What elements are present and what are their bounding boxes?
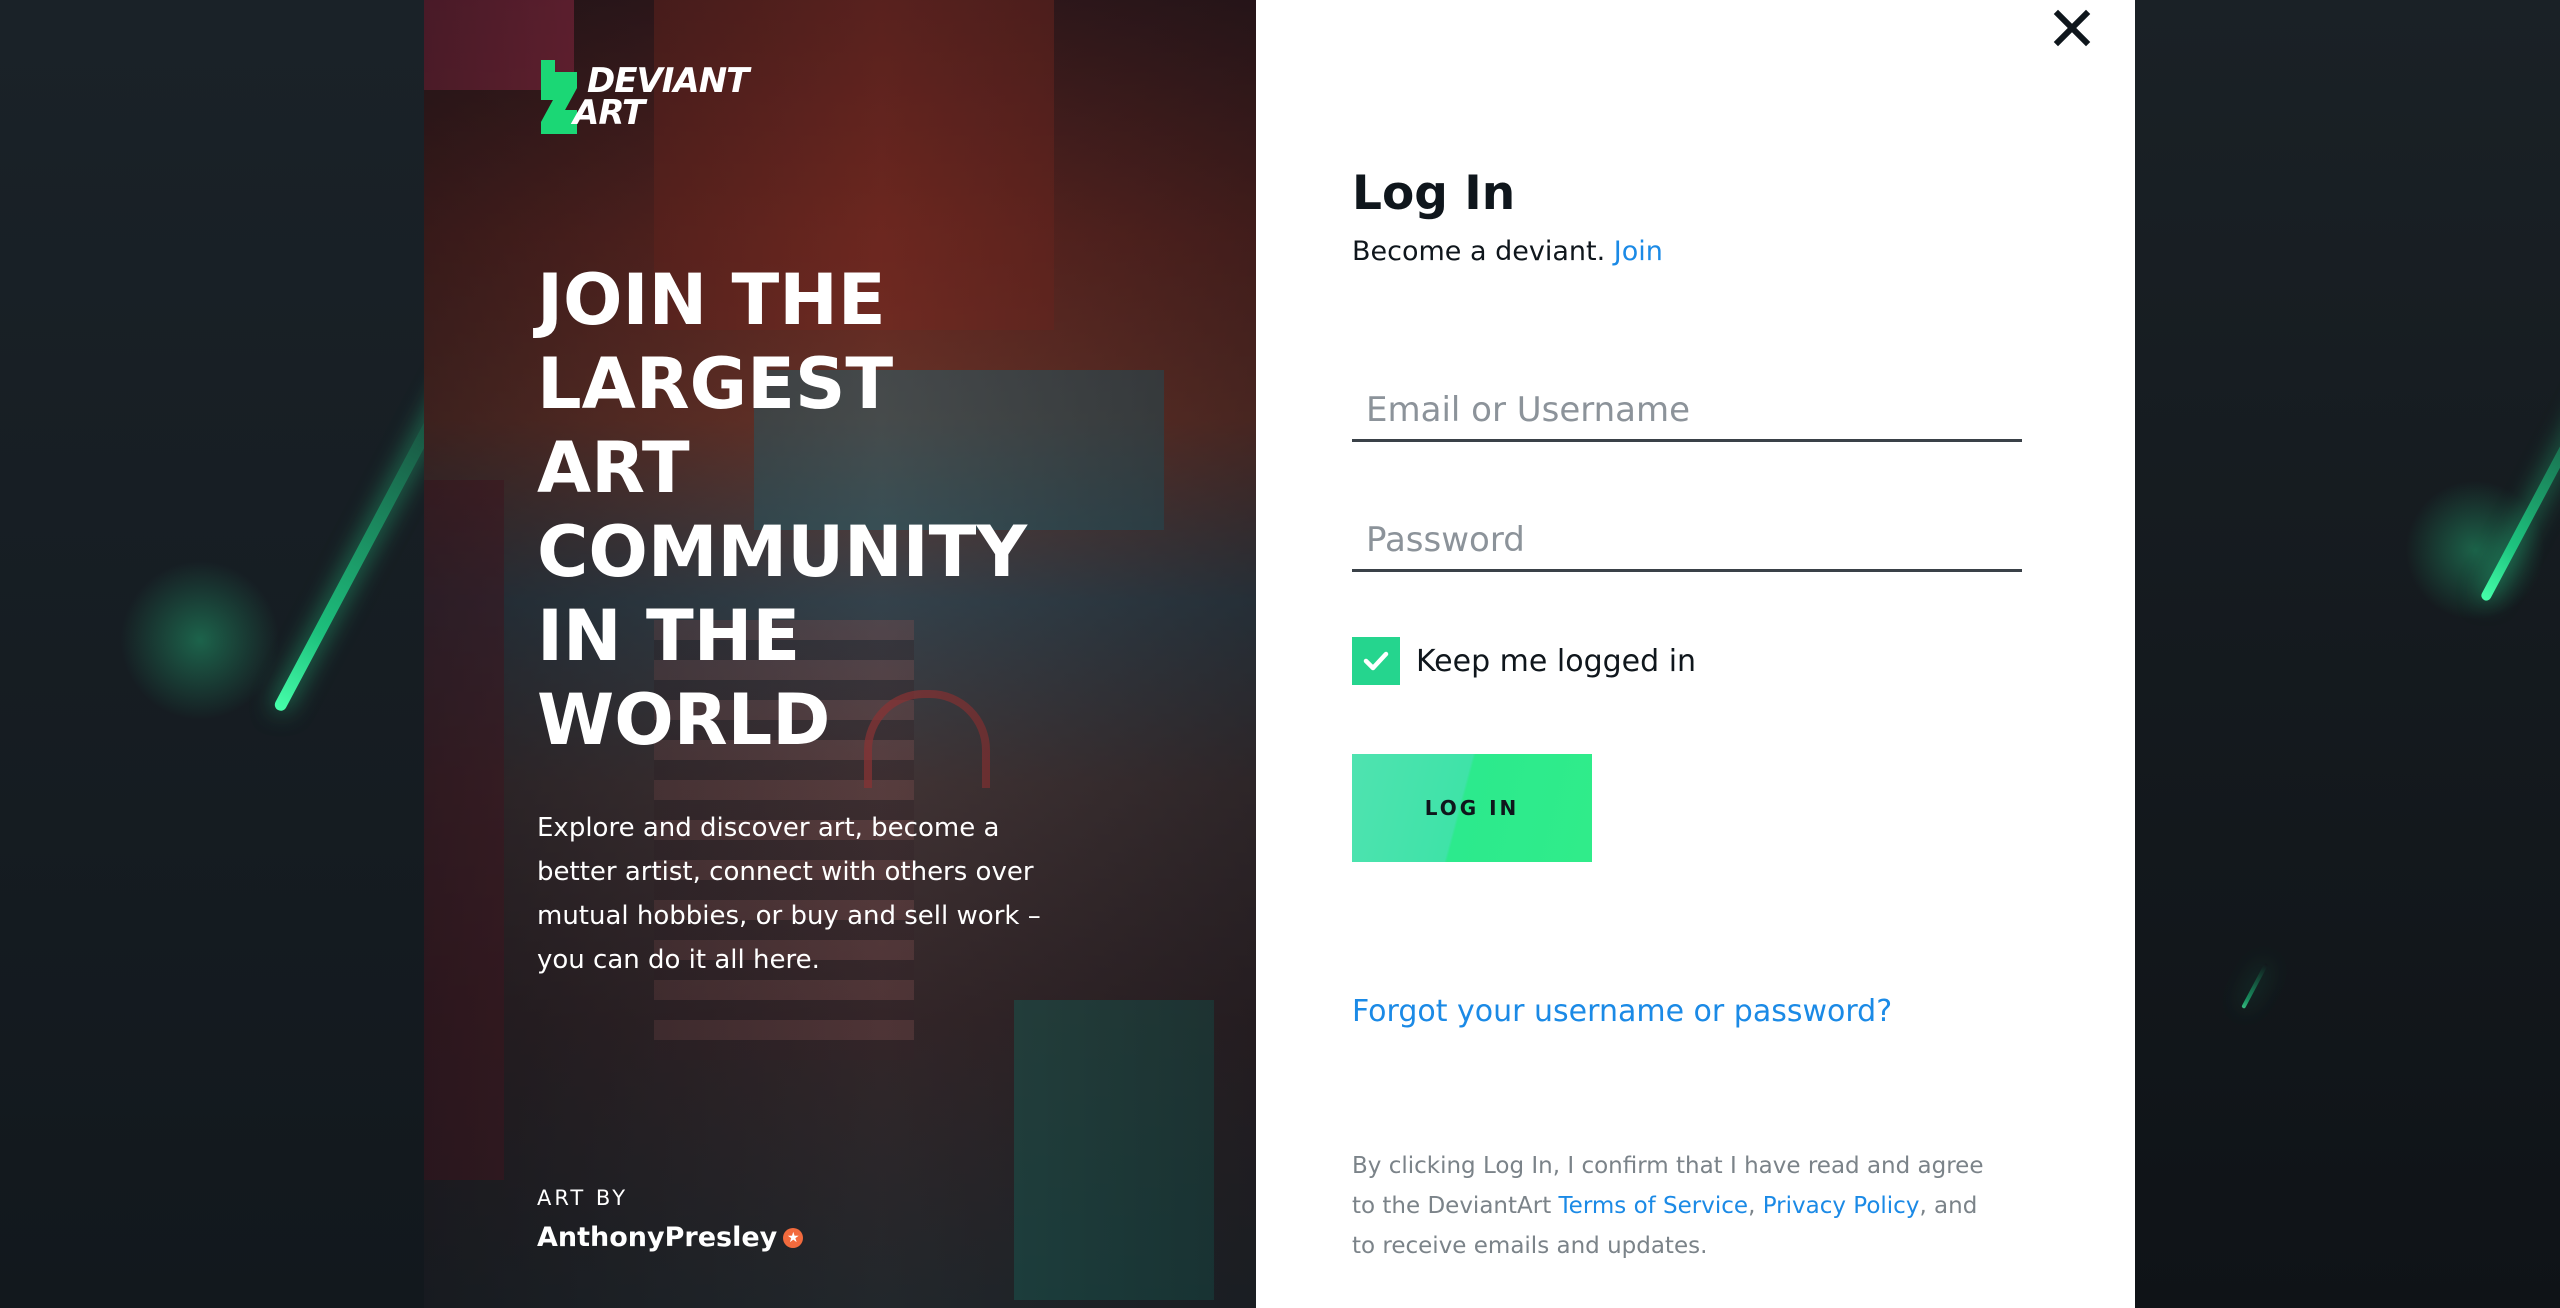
legal-notice: By clicking Log In, I confirm that I hav… xyxy=(1352,1153,1984,1259)
login-title: Log In xyxy=(1352,166,1516,221)
keep-logged-in-label: Keep me logged in xyxy=(1416,643,1697,679)
deviantart-logo[interactable]: DEVIANT ART xyxy=(537,58,749,136)
headline-line: JOIN THE xyxy=(537,259,886,341)
keep-logged-in-toggle[interactable]: Keep me logged in xyxy=(1352,637,1696,685)
privacy-link[interactable]: Privacy Policy xyxy=(1763,1193,1920,1219)
headline-line: IN THE xyxy=(537,595,801,677)
checkmark-icon xyxy=(1363,651,1389,671)
keep-logged-in-checkbox[interactable] xyxy=(1352,637,1400,685)
headline-line: WORLD xyxy=(537,679,831,761)
streak-glow xyxy=(120,560,280,720)
background-right xyxy=(2135,0,2560,1308)
login-subtitle: Become a deviant. Join xyxy=(1352,236,1663,267)
background-left xyxy=(0,0,490,1308)
streak-glow xyxy=(2405,480,2545,620)
promo-headline: JOIN THE LARGEST ART COMMUNITY IN THE WO… xyxy=(537,258,1097,762)
star-badge-icon: ★ xyxy=(783,1227,804,1248)
headline-line: COMMUNITY xyxy=(537,511,1028,593)
username-input[interactable] xyxy=(1352,380,2022,442)
terms-link[interactable]: Terms of Service xyxy=(1559,1193,1749,1219)
headline-line: ART xyxy=(537,427,690,509)
light-streak xyxy=(2241,962,2269,1009)
headline-line: LARGEST xyxy=(537,343,894,425)
close-button[interactable] xyxy=(2050,6,2094,50)
close-icon xyxy=(2053,9,2091,47)
subtitle-text: Become a deviant. xyxy=(1352,236,1606,267)
join-link[interactable]: Join xyxy=(1614,236,1663,267)
forgot-credentials-link[interactable]: Forgot your username or password? xyxy=(1352,994,1892,1029)
login-button[interactable]: LOG IN xyxy=(1352,754,1592,862)
artist-name[interactable]: AnthonyPresley xyxy=(537,1222,777,1253)
promo-description: Explore and discover art, become a bette… xyxy=(537,813,1041,975)
logo-wordmark: DEVIANT ART xyxy=(573,64,749,130)
logo-line2: ART xyxy=(573,93,645,133)
art-by-label: ART BY xyxy=(537,1186,629,1210)
artist-credit[interactable]: AnthonyPresley ★ xyxy=(537,1222,804,1253)
password-input[interactable] xyxy=(1352,510,2022,572)
